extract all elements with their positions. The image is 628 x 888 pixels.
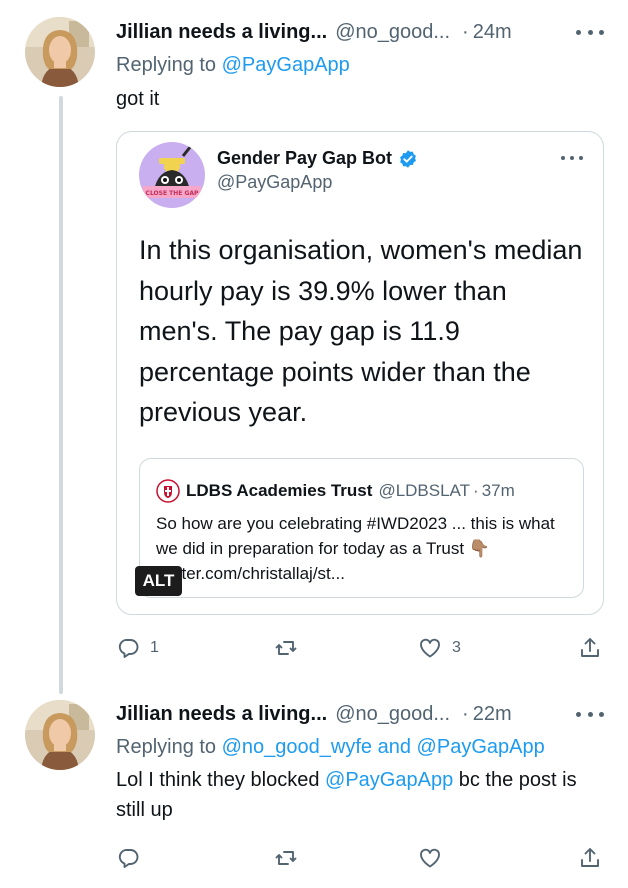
tweet-header: Jillian needs a living... @no_good... · … <box>116 17 512 47</box>
like-button[interactable]: 3 <box>418 636 461 660</box>
like-icon <box>420 848 440 868</box>
timestamp[interactable]: 22m <box>473 703 512 726</box>
tweet-text: got it <box>116 88 160 110</box>
tweet-text-part: Lol I think they blocked <box>116 769 320 791</box>
reply-button[interactable] <box>116 846 150 870</box>
more-icon <box>576 711 581 717</box>
nested-header: LDBS Academies Trust @LDBSLAT · 37m <box>156 479 515 503</box>
replying-and: and <box>377 736 411 758</box>
quoted-author[interactable]: Gender Pay Gap Bot <box>217 148 418 169</box>
quoted-more-button[interactable] <box>561 154 583 162</box>
quoted-author-name[interactable]: Gender Pay Gap Bot <box>217 148 392 169</box>
separator-dot: · <box>462 702 469 725</box>
like-button[interactable] <box>418 846 452 870</box>
replying-mention-link[interactable]: @PayGapApp <box>222 54 350 76</box>
avatar[interactable] <box>25 700 95 770</box>
author-name[interactable]: Jillian needs a living... <box>116 21 327 44</box>
avatar-image <box>25 700 95 770</box>
reply-icon <box>118 639 139 658</box>
share-button[interactable] <box>578 636 602 660</box>
reply-count: 1 <box>150 639 159 656</box>
author-handle[interactable]: @no_good... <box>335 21 450 44</box>
tweet-actions: 1 3 <box>116 636 606 666</box>
like-count: 3 <box>452 639 461 656</box>
repost-icon <box>275 641 297 655</box>
alt-text-badge[interactable]: ALT <box>135 566 182 596</box>
nested-timestamp[interactable]: 37m <box>482 481 515 501</box>
share-button[interactable] <box>578 846 602 870</box>
replying-mention-link[interactable]: @no_good_wyfe <box>222 736 372 758</box>
replying-to: Replying to @PayGapApp <box>116 54 350 77</box>
more-icon <box>576 29 581 35</box>
share-icon <box>581 848 599 867</box>
replying-mention-link[interactable]: @PayGapApp <box>417 736 545 758</box>
reply-button[interactable]: 1 <box>116 636 159 660</box>
tweet-header: Jillian needs a living... @no_good... · … <box>116 699 512 729</box>
nested-tweet-text: So how are you celebrating #IWD2023 ... … <box>156 514 555 583</box>
quoted-tweet-text: In this organisation, women's median hou… <box>139 235 583 427</box>
avatar-image <box>25 17 95 87</box>
replying-label: Replying to <box>116 54 217 76</box>
more-icon <box>561 156 565 160</box>
author-handle[interactable]: @no_good... <box>335 703 450 726</box>
reply-icon <box>118 849 139 868</box>
tweet-actions <box>116 846 606 876</box>
mention-link[interactable]: @PayGapApp <box>325 769 453 791</box>
ldbs-logo-icon <box>156 479 180 503</box>
avatar-banner-text: CLOSE THE GAP <box>146 190 199 197</box>
share-icon <box>581 638 599 657</box>
replying-label: Replying to <box>116 736 217 758</box>
separator-dot: · <box>462 20 469 43</box>
replying-to: Replying to @no_good_wyfe and @PayGapApp <box>116 736 545 759</box>
nested-author-name[interactable]: LDBS Academies Trust <box>186 481 372 501</box>
quoted-handle[interactable]: @PayGapApp <box>217 172 332 193</box>
author-name[interactable]: Jillian needs a living... <box>116 703 327 726</box>
more-options-button[interactable] <box>576 20 604 44</box>
verified-badge-icon <box>400 149 416 168</box>
avatar[interactable] <box>25 17 95 87</box>
like-icon <box>420 638 440 658</box>
thread-line <box>59 96 63 694</box>
tweet-text: Lol I think they blocked @PayGapApp bc t… <box>116 765 596 825</box>
more-options-button[interactable] <box>576 702 604 726</box>
nested-quoted-tweet[interactable]: LDBS Academies Trust @LDBSLAT · 37m So h… <box>139 458 584 598</box>
quoted-tweet-card[interactable]: CLOSE THE GAP Gender Pay Gap Bot @PayGap… <box>116 131 604 615</box>
repost-button[interactable] <box>274 636 308 660</box>
repost-button[interactable] <box>274 846 308 870</box>
nested-author-handle[interactable]: @LDBSLAT <box>378 481 470 501</box>
bot-avatar-image: CLOSE THE GAP <box>139 142 205 208</box>
timestamp[interactable]: 24m <box>473 21 512 44</box>
bot-avatar[interactable]: CLOSE THE GAP <box>139 142 205 208</box>
repost-icon <box>275 851 297 865</box>
